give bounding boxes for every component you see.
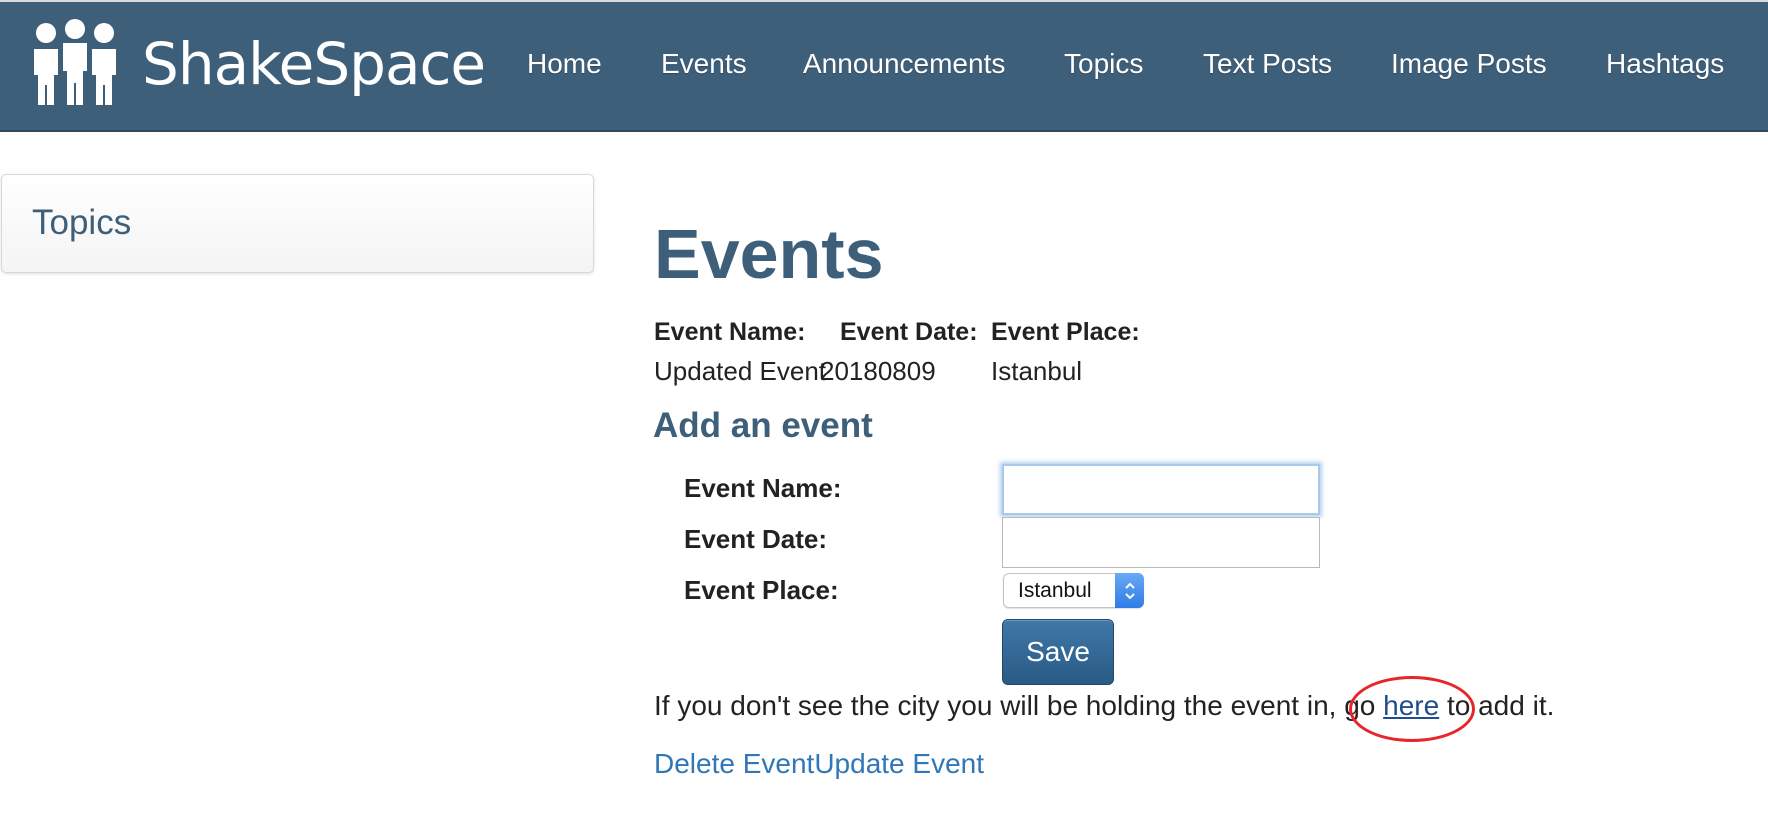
sidebar-topics-title[interactable]: Topics bbox=[32, 203, 131, 243]
event-name-input[interactable] bbox=[1002, 464, 1320, 515]
table-header-event-name: Event Name: bbox=[654, 318, 806, 346]
hint-text-before: If you don't see the city you will be ho… bbox=[654, 690, 1384, 721]
delete-event-link[interactable]: Delete Event bbox=[654, 748, 814, 779]
sidebar-topics-panel: Topics bbox=[1, 174, 594, 273]
save-button[interactable]: Save bbox=[1002, 619, 1114, 685]
event-place-selected: Istanbul bbox=[1018, 579, 1092, 602]
table-header-event-place: Event Place: bbox=[991, 318, 1140, 346]
table-cell-event-date: 20180809 bbox=[820, 356, 936, 386]
add-city-link[interactable]: here bbox=[1383, 690, 1439, 721]
add-city-hint: If you don't see the city you will be ho… bbox=[654, 690, 1554, 722]
event-date-input[interactable] bbox=[1002, 517, 1320, 568]
main-content: Events Event Name: Event Date: Event Pla… bbox=[653, 0, 1754, 830]
event-date-label: Event Date: bbox=[684, 524, 828, 554]
page-title: Events bbox=[654, 215, 884, 293]
table-header-event-date: Event Date: bbox=[840, 318, 978, 346]
event-name-label: Event Name: bbox=[684, 473, 842, 503]
add-event-title: Add an event bbox=[653, 406, 873, 445]
event-actions: Delete EventUpdate Event bbox=[654, 748, 984, 780]
nav-home[interactable]: Home bbox=[527, 48, 602, 80]
update-event-link[interactable]: Update Event bbox=[814, 748, 984, 779]
event-place-select[interactable]: Istanbul bbox=[1003, 573, 1144, 608]
event-place-label: Event Place: bbox=[684, 575, 839, 605]
table-cell-event-name: Updated Event bbox=[654, 356, 827, 386]
table-cell-event-place: Istanbul bbox=[991, 356, 1083, 386]
select-updown-icon bbox=[1115, 573, 1144, 608]
hint-text-after: to add it. bbox=[1439, 690, 1555, 721]
